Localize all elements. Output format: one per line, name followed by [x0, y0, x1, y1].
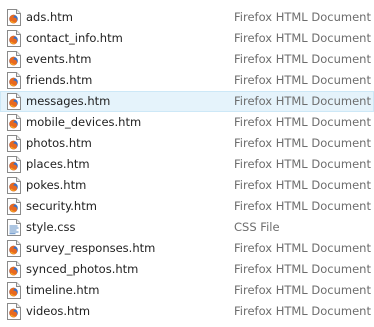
file-name: synced_photos.htm — [26, 262, 139, 276]
file-row-timeline-htm[interactable]: timeline.htm Firefox HTML Document — [0, 280, 374, 301]
file-name: friends.htm — [26, 73, 93, 87]
file-row-contact-info-htm[interactable]: contact_info.htm Firefox HTML Document — [0, 28, 374, 49]
file-type: Firefox HTML Document — [234, 304, 371, 318]
file-name: security.htm — [26, 199, 97, 213]
file-name: survey_responses.htm — [26, 241, 156, 255]
file-row-places-htm[interactable]: places.htm Firefox HTML Document — [0, 154, 374, 175]
file-name: pokes.htm — [26, 178, 87, 192]
file-type: Firefox HTML Document — [234, 94, 371, 108]
file-row-security-htm[interactable]: security.htm Firefox HTML Document — [0, 196, 374, 217]
firefox-html-file-icon — [7, 114, 21, 131]
file-type: Firefox HTML Document — [234, 10, 371, 24]
firefox-html-file-icon — [7, 51, 21, 68]
file-type: Firefox HTML Document — [234, 136, 371, 150]
firefox-html-file-icon — [7, 240, 21, 257]
file-name: ads.htm — [26, 10, 73, 24]
file-type: CSS File — [234, 220, 280, 234]
file-type: Firefox HTML Document — [234, 241, 371, 255]
firefox-html-file-icon — [7, 135, 21, 152]
file-name: videos.htm — [26, 304, 91, 318]
firefox-html-file-icon — [7, 261, 21, 278]
file-name: contact_info.htm — [26, 31, 123, 45]
file-row-events-htm[interactable]: events.htm Firefox HTML Document — [0, 49, 374, 70]
file-type: Firefox HTML Document — [234, 199, 371, 213]
file-type: Firefox HTML Document — [234, 52, 371, 66]
file-name: photos.htm — [26, 136, 92, 150]
firefox-html-file-icon — [7, 93, 21, 110]
file-name: mobile_devices.htm — [26, 115, 142, 129]
firefox-html-file-icon — [7, 156, 21, 173]
file-list: ads.htm Firefox HTML Document contact_in… — [0, 7, 374, 322]
file-type: Firefox HTML Document — [234, 178, 371, 192]
file-type: Firefox HTML Document — [234, 157, 371, 171]
file-type: Firefox HTML Document — [234, 31, 371, 45]
firefox-html-file-icon — [7, 303, 21, 320]
file-row-videos-htm[interactable]: videos.htm Firefox HTML Document — [0, 301, 374, 322]
css-file-icon — [7, 219, 21, 236]
file-row-friends-htm[interactable]: friends.htm Firefox HTML Document — [0, 70, 374, 91]
file-row-photos-htm[interactable]: photos.htm Firefox HTML Document — [0, 133, 374, 154]
file-type: Firefox HTML Document — [234, 283, 371, 297]
file-row-survey-responses-htm[interactable]: survey_responses.htm Firefox HTML Docume… — [0, 238, 374, 259]
file-name: places.htm — [26, 157, 90, 171]
firefox-html-file-icon — [7, 30, 21, 47]
firefox-html-file-icon — [7, 72, 21, 89]
firefox-html-file-icon — [7, 9, 21, 26]
file-type: Firefox HTML Document — [234, 262, 371, 276]
file-row-style-css[interactable]: style.css CSS File — [0, 217, 374, 238]
file-name: events.htm — [26, 52, 92, 66]
file-row-messages-htm[interactable]: messages.htm Firefox HTML Document — [0, 91, 374, 112]
file-row-pokes-htm[interactable]: pokes.htm Firefox HTML Document — [0, 175, 374, 196]
file-name: timeline.htm — [26, 283, 100, 297]
firefox-html-file-icon — [7, 282, 21, 299]
firefox-html-file-icon — [7, 198, 21, 215]
file-row-mobile-devices-htm[interactable]: mobile_devices.htm Firefox HTML Document — [0, 112, 374, 133]
file-name: messages.htm — [26, 94, 111, 108]
file-row-synced-photos-htm[interactable]: synced_photos.htm Firefox HTML Document — [0, 259, 374, 280]
file-type: Firefox HTML Document — [234, 73, 371, 87]
firefox-html-file-icon — [7, 177, 21, 194]
file-name: style.css — [26, 220, 76, 234]
file-type: Firefox HTML Document — [234, 115, 371, 129]
file-row-ads-htm[interactable]: ads.htm Firefox HTML Document — [0, 7, 374, 28]
